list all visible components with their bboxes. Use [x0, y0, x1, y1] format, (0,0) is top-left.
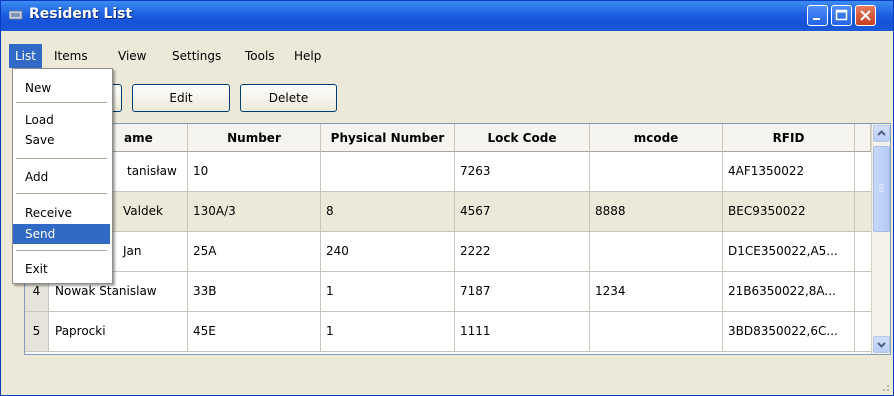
column-header-number[interactable]: Number [188, 124, 321, 152]
cell-physical-number[interactable]: 240 [321, 232, 455, 271]
cell-lock-code[interactable]: 7263 [455, 152, 590, 191]
cell-lock-code[interactable]: 4567 [455, 192, 590, 231]
cell-physical-number[interactable]: 8 [321, 192, 455, 231]
window-title: Resident List [29, 6, 133, 22]
scroll-up-button[interactable] [873, 125, 890, 142]
cell-mcode[interactable]: 8888 [590, 192, 723, 231]
table-row[interactable]: tanisław 10 7263 4AF1350022 [25, 152, 875, 192]
menu-tools[interactable]: Tools [239, 44, 281, 68]
cell-physical-number[interactable] [321, 152, 455, 191]
table-row[interactable]: 4 Nowak Stanislaw 33B 1 7187 1234 21B635… [25, 272, 875, 312]
table-row[interactable]: Jan 25A 240 2222 D1CE350022,A5... [25, 232, 875, 272]
menu-item-send[interactable]: Send [13, 224, 110, 244]
main-window: Resident List List Items View Settings T… [0, 0, 894, 396]
scroll-down-button[interactable] [873, 336, 890, 353]
cell-name[interactable]: Paprocki [50, 312, 188, 351]
resize-grip-icon[interactable] [878, 380, 890, 392]
cell-lock-code[interactable]: 1111 [455, 312, 590, 351]
cell-mcode[interactable] [590, 152, 723, 191]
cell-rfid[interactable]: BEC9350022 [723, 192, 855, 231]
cell-mcode[interactable]: 1234 [590, 272, 723, 311]
cell-rfid[interactable]: 4AF1350022 [723, 152, 855, 191]
list-menu-dropdown: New Load Save Add Receive Send Exit [12, 68, 113, 284]
column-header-filler [855, 124, 871, 152]
resident-table[interactable]: ame Number Physical Number Lock Code mco… [24, 123, 891, 355]
column-header-lock-code[interactable]: Lock Code [455, 124, 590, 152]
cell-mcode[interactable] [590, 232, 723, 271]
menu-bar: List Items View Settings Tools Help [1, 44, 893, 68]
chevron-down-icon [877, 342, 886, 348]
cell-number[interactable]: 130A/3 [188, 192, 321, 231]
menu-list[interactable]: List [9, 44, 42, 68]
minimize-button[interactable] [807, 5, 828, 26]
cell-physical-number[interactable]: 1 [321, 312, 455, 351]
menu-separator [16, 193, 107, 194]
maximize-icon [835, 9, 848, 21]
cell-number[interactable]: 10 [188, 152, 321, 191]
edit-button[interactable]: Edit [132, 84, 230, 112]
column-header-physical-number[interactable]: Physical Number [321, 124, 455, 152]
column-header-mcode[interactable]: mcode [590, 124, 723, 152]
menu-item-new[interactable]: New [13, 78, 110, 98]
chevron-up-icon [877, 130, 886, 136]
menu-item-exit[interactable]: Exit [13, 259, 110, 279]
menu-separator [16, 250, 107, 251]
table-row[interactable]: 5 Paprocki 45E 1 1111 3BD8350022,6C... [25, 312, 875, 352]
cell-physical-number[interactable]: 1 [321, 272, 455, 311]
menu-help[interactable]: Help [288, 44, 327, 68]
menu-item-add[interactable]: Add [13, 167, 110, 187]
close-icon [860, 10, 871, 21]
cell-number[interactable]: 45E [188, 312, 321, 351]
scroll-thumb[interactable] [873, 146, 890, 232]
title-bar[interactable]: Resident List [1, 1, 893, 31]
cell-rfid[interactable]: 3BD8350022,6C... [723, 312, 855, 351]
menu-separator [16, 102, 107, 103]
menu-view[interactable]: View [112, 44, 152, 68]
cell-number[interactable]: 25A [188, 232, 321, 271]
menu-separator [16, 158, 107, 159]
cell-rfid[interactable]: D1CE350022,A5... [723, 232, 855, 271]
close-button[interactable] [855, 5, 876, 26]
column-header-rfid[interactable]: RFID [723, 124, 855, 152]
cell-mcode[interactable] [590, 312, 723, 351]
menu-item-load[interactable]: Load [13, 110, 110, 130]
table-row[interactable]: Valdek 130A/3 8 4567 8888 BEC9350022 [25, 192, 875, 232]
row-number: 5 [25, 312, 49, 351]
cell-lock-code[interactable]: 2222 [455, 232, 590, 271]
vertical-scrollbar[interactable] [871, 124, 890, 354]
delete-button[interactable]: Delete [240, 84, 337, 112]
grip-lines-icon [879, 184, 884, 192]
menu-item-receive[interactable]: Receive [13, 203, 110, 223]
cell-number[interactable]: 33B [188, 272, 321, 311]
cell-lock-code[interactable]: 7187 [455, 272, 590, 311]
cell-rfid[interactable]: 21B6350022,8A... [723, 272, 855, 311]
menu-item-save[interactable]: Save [13, 130, 110, 150]
minimize-icon [813, 18, 820, 20]
maximize-button[interactable] [831, 5, 852, 26]
menu-settings[interactable]: Settings [166, 44, 227, 68]
menu-items[interactable]: Items [48, 44, 94, 68]
app-icon [9, 10, 23, 20]
